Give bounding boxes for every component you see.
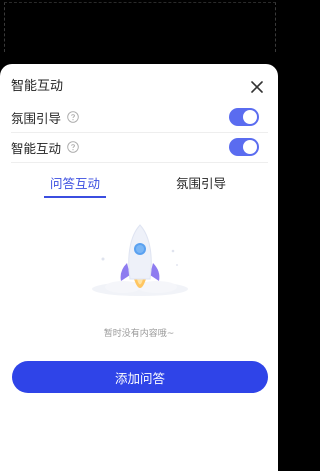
background-frame: [4, 2, 276, 52]
toggle-knob: [243, 140, 257, 154]
setting-row-atmosphere: 氛围引导: [11, 103, 268, 131]
setting-label: 氛围引导: [11, 110, 62, 126]
tab-qa-interaction[interactable]: 问答互动: [44, 174, 106, 194]
rocket-icon: [92, 224, 188, 296]
tab-atmosphere-guide[interactable]: 氛围引导: [170, 174, 232, 194]
divider: [11, 162, 268, 163]
setting-row-smart-interaction: 智能互动: [11, 133, 268, 161]
interaction-panel: 智能互动 氛围引导 智能互动 问答互动 氛围引导 暂时没有内容哦~ 添加问答: [0, 64, 278, 471]
close-icon[interactable]: [248, 78, 266, 96]
active-tab-indicator: [44, 196, 106, 198]
add-qa-button[interactable]: 添加问答: [12, 361, 268, 393]
atmosphere-toggle[interactable]: [229, 108, 259, 126]
panel-title: 智能互动: [11, 79, 64, 94]
tab-bar: 问答互动 氛围引导: [0, 174, 278, 202]
toggle-knob: [243, 110, 257, 124]
panel-header: 智能互动: [11, 77, 268, 97]
smart-interaction-toggle[interactable]: [229, 138, 259, 156]
setting-label: 智能互动: [11, 140, 62, 156]
help-icon[interactable]: [67, 111, 79, 123]
help-icon[interactable]: [67, 141, 79, 153]
empty-state-message: 暂时没有内容哦~: [103, 329, 175, 339]
